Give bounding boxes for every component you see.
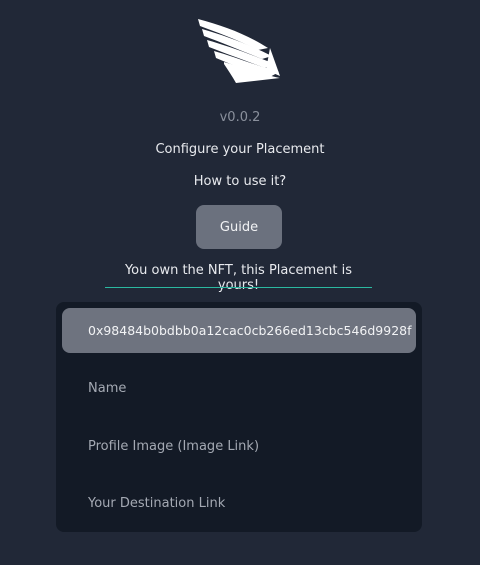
ownership-underline bbox=[105, 287, 372, 288]
how-to-label: How to use it? bbox=[193, 174, 287, 189]
guide-button[interactable]: Guide bbox=[196, 205, 282, 249]
placement-config-page: v0.0.2 Configure your Placement How to u… bbox=[0, 0, 480, 565]
ownership-message: You own the NFT, this Placement is yours… bbox=[124, 263, 353, 293]
destination-link-input[interactable] bbox=[88, 492, 408, 514]
placement-form-card: 0x98484b0bdbb0a12cac0cb266ed13cbc546d992… bbox=[56, 302, 422, 532]
profile-image-link-input[interactable] bbox=[88, 435, 408, 457]
wallet-address-display: 0x98484b0bdbb0a12cac0cb266ed13cbc546d992… bbox=[62, 308, 416, 353]
configure-heading: Configure your Placement bbox=[155, 142, 325, 157]
version-label: v0.0.2 bbox=[219, 110, 261, 125]
name-input[interactable] bbox=[88, 377, 408, 399]
wing-logo-icon bbox=[198, 19, 280, 83]
